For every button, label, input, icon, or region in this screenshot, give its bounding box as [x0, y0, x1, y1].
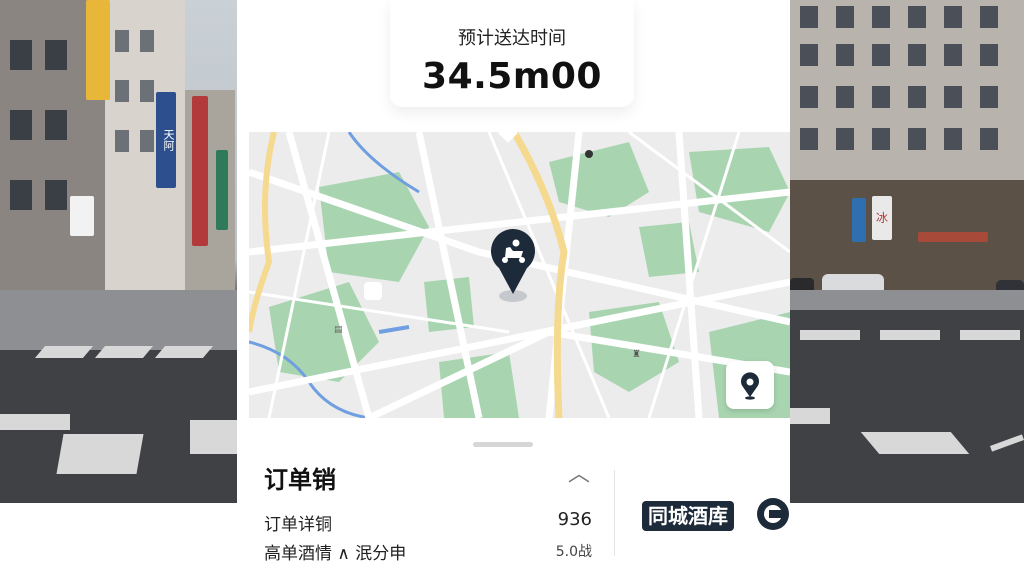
delivery-map[interactable]: ♜ ▤	[249, 132, 790, 418]
locate-button[interactable]	[726, 361, 774, 409]
street-sign-right: 冰	[872, 196, 892, 240]
order-info-label: 高单酒情 ∧ 泯分申	[264, 544, 407, 564]
eta-value: 34.5m00	[422, 56, 602, 97]
order-info-value: 5.0战	[555, 544, 592, 560]
street-sign-white	[70, 196, 94, 236]
chevron-up-icon[interactable]: ︿	[566, 462, 592, 488]
order-detail-label: 订单详铜	[264, 515, 332, 535]
svg-text:▤: ▤	[334, 325, 343, 335]
locate-pin-icon	[741, 372, 759, 400]
order-section-title: 订单销	[264, 466, 336, 494]
section-divider	[614, 470, 615, 556]
eta-label: 预计送达时间	[458, 28, 566, 49]
drag-handle[interactable]	[473, 442, 533, 447]
street-sign-yellow	[86, 0, 110, 100]
street-sign-blue: 天阿	[156, 92, 176, 188]
eta-card: 预计送达时间 34.5m00	[390, 0, 634, 107]
svg-text:♜: ♜	[632, 349, 641, 360]
brand-badge-icon[interactable]	[757, 498, 789, 530]
brand-logo[interactable]: 同城酒库	[642, 501, 734, 531]
order-detail-value: 936	[557, 509, 592, 530]
scooter-rider-icon[interactable]	[485, 224, 541, 304]
